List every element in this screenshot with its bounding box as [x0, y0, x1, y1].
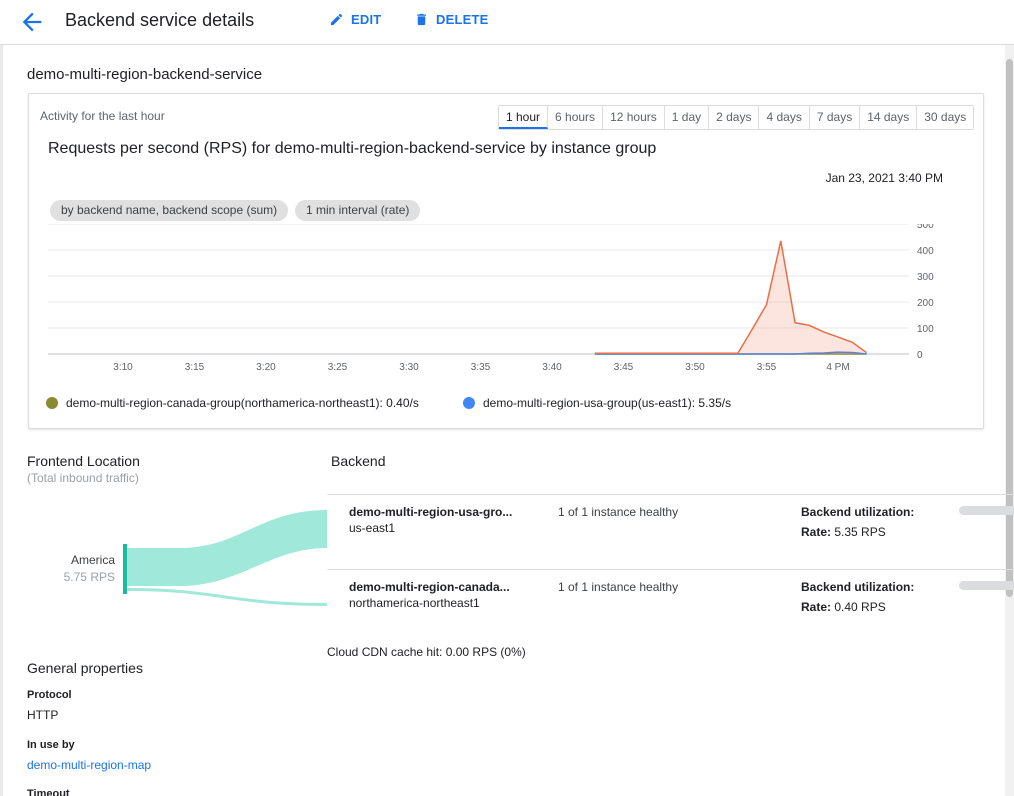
edit-label: EDIT	[351, 12, 382, 27]
rps-chart: 0 100 200 300 400 500 3:10 3:15 3:20 3:25 3:30 3:35…	[48, 224, 934, 373]
backend-rate: Rate: 5.35 RPS	[801, 525, 886, 539]
aggregation-chip[interactable]: by backend name, backend scope (sum)	[50, 200, 289, 221]
flow-to-canada	[127, 588, 327, 606]
range-button[interactable]: 30 days	[917, 106, 974, 129]
backend-rate: Rate: 0.40 RPS	[801, 600, 886, 614]
x-tick-label: 3:25	[328, 362, 348, 373]
page-title: Backend service details	[65, 10, 255, 30]
utilization-bar	[959, 506, 1014, 515]
rate-label: Rate:	[801, 600, 832, 614]
interval-chip[interactable]: 1 min interval (rate)	[295, 200, 421, 221]
range-button[interactable]: 2 days	[709, 106, 760, 129]
range-button[interactable]: 6 hours	[548, 106, 604, 129]
legend-dot-canada	[46, 397, 58, 409]
backend-name[interactable]: demo-multi-region-usa-gro...	[349, 505, 512, 519]
timeout-label: Timeout	[27, 788, 70, 796]
x-tick-label: 3:35	[471, 362, 491, 373]
range-button[interactable]: 4 days	[759, 106, 810, 129]
x-tick-label: 3:45	[614, 362, 634, 373]
rate-value: 5.35 RPS	[834, 525, 886, 539]
delete-button[interactable]: DELETE	[414, 12, 488, 27]
backend-region: northamerica-northeast1	[349, 596, 480, 610]
range-button[interactable]: 7 days	[809, 106, 861, 129]
backend-region: us-east1	[349, 521, 396, 535]
utilization-bar	[959, 581, 1014, 590]
page: Backend service details EDIT DELETE demo…	[0, 0, 1014, 796]
x-tick-label: 3:40	[542, 362, 562, 373]
backend-title: Backend	[331, 453, 386, 469]
y-tick-label: 100	[917, 324, 934, 335]
backend-health: 1 of 1 instance healthy	[558, 505, 679, 519]
general-properties-title: General properties	[27, 660, 143, 676]
legend-label-usa: demo-multi-region-usa-group(us-east1): 5…	[483, 396, 732, 410]
frontend-location-subtitle: (Total inbound traffic)	[27, 471, 139, 485]
edit-button[interactable]: EDIT	[329, 12, 381, 27]
frontend-region-bar	[123, 544, 127, 594]
legend-item-usa[interactable]: demo-multi-region-usa-group(us-east1): 5…	[463, 396, 731, 410]
x-tick-label: 3:10	[113, 362, 133, 373]
backend-health: 1 of 1 instance healthy	[558, 580, 679, 594]
protocol-label: Protocol	[27, 689, 72, 701]
legend-dot-usa	[463, 397, 475, 409]
y-tick-label: 0	[917, 350, 923, 361]
legend-label-canada: demo-multi-region-canada-group(northamer…	[66, 396, 419, 410]
flow-to-usa	[127, 510, 327, 586]
activity-label: Activity for the last hour	[40, 109, 165, 123]
scrollbar[interactable]	[1005, 45, 1014, 796]
chart-title: Requests per second (RPS) for demo-multi…	[48, 140, 657, 157]
url-map-link[interactable]: demo-multi-region-map	[27, 758, 151, 772]
x-tick-label: 3:50	[685, 362, 705, 373]
x-tick-label: 3:30	[399, 362, 419, 373]
activity-card: Activity for the last hour 1 hour 6 hours…	[28, 93, 984, 429]
protocol-value: HTTP	[27, 708, 59, 722]
chart-timestamp: Jan 23, 2021 3:40 PM	[825, 171, 943, 185]
backend-name[interactable]: demo-multi-region-canada...	[349, 580, 510, 594]
trash-icon	[417, 13, 426, 26]
arrow-back-icon	[22, 12, 42, 32]
legend-item-canada[interactable]: demo-multi-region-canada-group(northamer…	[46, 396, 419, 410]
time-range-selector: 1 hour 6 hours 12 hours 1 day 2 days 4 days 7 …	[498, 105, 975, 130]
x-tick-label: 3:55	[757, 362, 777, 373]
backend-utilization-label: Backend utilization:	[801, 505, 915, 519]
in-use-by-label: In use by	[27, 739, 75, 751]
left-divider	[0, 45, 3, 796]
series-area	[594, 240, 867, 354]
service-name: demo-multi-region-backend-service	[27, 66, 263, 83]
rate-label: Rate:	[801, 525, 832, 539]
backend-utilization-label: Backend utilization:	[801, 580, 915, 594]
traffic-flow-diagram	[123, 510, 327, 606]
back-button[interactable]	[18, 8, 46, 36]
range-button[interactable]: 12 hours	[603, 106, 665, 129]
top-bar: Backend service details EDIT DELETE	[0, 0, 1014, 45]
rate-value: 0.40 RPS	[834, 600, 886, 614]
y-tick-label: 300	[917, 272, 934, 283]
backend-row[interactable]: demo-multi-region-usa-gro... us-east1 1 …	[327, 494, 1014, 570]
backend-row[interactable]: demo-multi-region-canada... northamerica…	[327, 569, 1014, 645]
range-button[interactable]: 1 hour	[499, 106, 549, 129]
x-tick-label: 3:20	[256, 362, 276, 373]
y-tick-label: 200	[917, 298, 934, 309]
x-tick-label: 3:15	[185, 362, 205, 373]
frontend-location-title: Frontend Location	[27, 453, 140, 469]
y-tick-label: 500	[917, 224, 934, 231]
range-button[interactable]: 1 day	[664, 106, 710, 129]
pencil-icon	[330, 13, 343, 26]
cdn-cache-hit: Cloud CDN cache hit: 0.00 RPS (0%)	[327, 645, 526, 659]
x-tick-label: 4 PM	[826, 362, 849, 373]
range-button[interactable]: 14 days	[860, 106, 918, 129]
delete-label: DELETE	[436, 12, 489, 27]
y-tick-label: 400	[917, 246, 934, 257]
